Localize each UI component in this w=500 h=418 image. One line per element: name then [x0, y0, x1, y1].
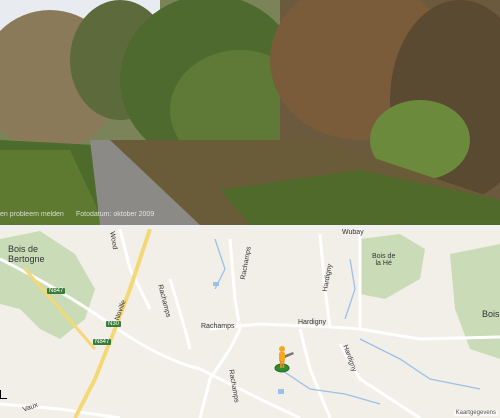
shield-n847-top: N847 — [47, 288, 66, 294]
label-rachamps-village: Rachamps — [201, 323, 235, 330]
map-attribution[interactable]: Kaartgegevens — [453, 410, 498, 416]
corner-bracket — [0, 390, 7, 399]
pegman-icon[interactable] — [272, 344, 296, 374]
shield-n30: N30 — [106, 321, 122, 327]
label-wubay: Wubay — [342, 229, 364, 236]
report-problem-link[interactable]: en probleem melden — [0, 211, 64, 218]
label-bois-de-bertogne: Bois de Bertogne — [8, 244, 45, 264]
street-view-panorama[interactable]: en probleem melden Fotodatum: oktober 20… — [0, 0, 500, 225]
label-hardigny-village: Hardigny — [298, 319, 327, 326]
street-view-scene — [0, 0, 500, 225]
photo-date: Fotodatum: oktober 2009 — [76, 211, 155, 218]
label-bois-de-la-he: Bois de la Hé — [372, 253, 396, 267]
map-view[interactable]: Bois de Bertogne Bois de la Hé Bois Wuba… — [0, 229, 500, 418]
shield-n847-bottom: N847 — [93, 339, 112, 345]
label-bois: Bois — [482, 309, 500, 319]
